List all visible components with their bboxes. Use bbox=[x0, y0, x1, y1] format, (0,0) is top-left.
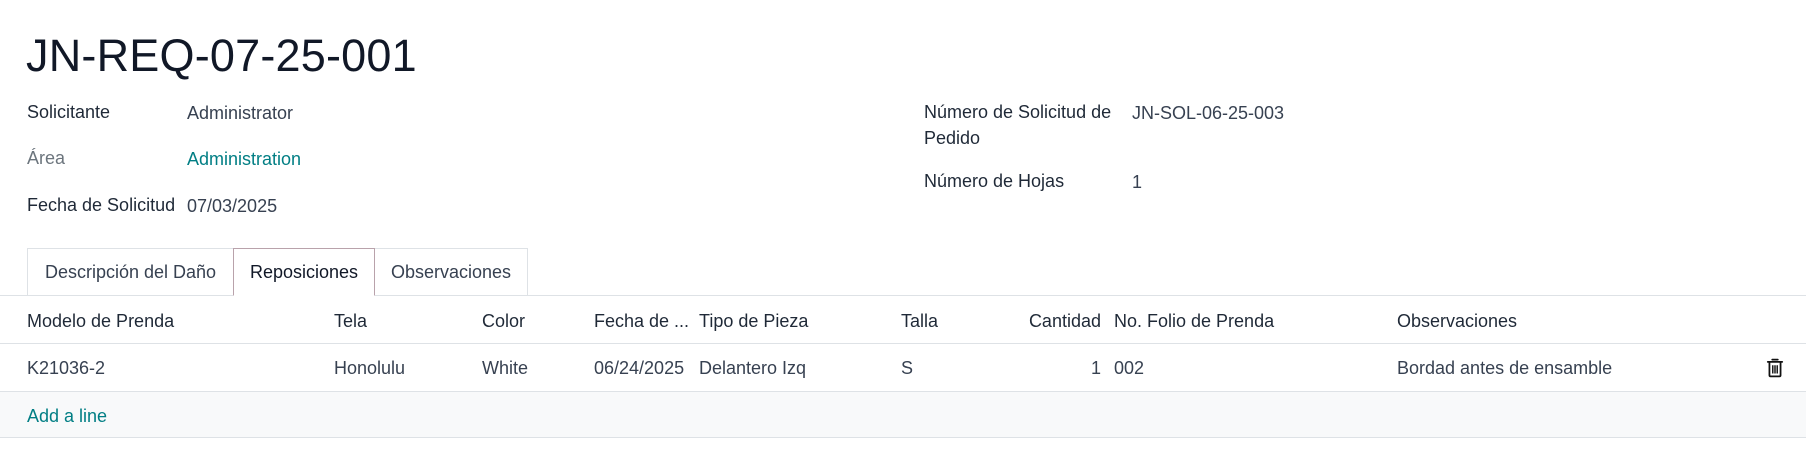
column-header-tipo-de-pieza[interactable]: Tipo de Pieza bbox=[699, 308, 808, 334]
add-a-line-link[interactable]: Add a line bbox=[27, 403, 107, 429]
column-header-tela[interactable]: Tela bbox=[334, 308, 367, 334]
numero-hojas-label: Número de Hojas bbox=[924, 171, 1065, 191]
table-bottom-border bbox=[0, 437, 1806, 438]
cell-cantidad[interactable]: 1 bbox=[1091, 355, 1101, 381]
column-header-observaciones[interactable]: Observaciones bbox=[1397, 308, 1517, 334]
cell-talla[interactable]: S bbox=[901, 355, 913, 381]
column-header-modelo-de-prenda[interactable]: Modelo de Prenda bbox=[27, 308, 174, 334]
cell-observaciones[interactable]: Bordad antes de ensamble bbox=[1397, 355, 1612, 381]
record-title: JN-REQ-07-25-001 bbox=[26, 30, 417, 81]
add-line-row bbox=[0, 392, 1806, 437]
cell-modelo-de-prenda[interactable]: K21036-2 bbox=[27, 355, 105, 381]
header-divider bbox=[0, 343, 1806, 344]
fecha-solicitud-label: Fecha de Solicitud bbox=[27, 195, 176, 215]
numero-hojas-field[interactable]: 1 bbox=[1132, 169, 1142, 195]
cell-tela[interactable]: Honolulu bbox=[334, 355, 405, 381]
column-header-no-folio-de-prenda[interactable]: No. Folio de Prenda bbox=[1114, 308, 1274, 334]
column-header-talla[interactable]: Talla bbox=[901, 308, 938, 334]
tab-reposiciones[interactable]: Reposiciones bbox=[233, 248, 375, 296]
fecha-solicitud-field[interactable]: 07/03/2025 bbox=[187, 193, 277, 219]
numero-solicitud-pedido-label-line2: Pedido bbox=[924, 128, 981, 148]
column-header-color[interactable]: Color bbox=[482, 308, 525, 334]
cell-no-folio-de-prenda[interactable]: 002 bbox=[1114, 355, 1144, 381]
column-header-fecha[interactable]: Fecha de ... bbox=[594, 308, 689, 334]
cell-fecha[interactable]: 06/24/2025 bbox=[594, 355, 684, 381]
tab-descripcion-del-dano[interactable]: Descripción del Daño bbox=[27, 248, 234, 296]
numero-solicitud-pedido-field[interactable]: JN-SOL-06-25-003 bbox=[1132, 100, 1284, 126]
cell-tipo-de-pieza[interactable]: Delantero Izq bbox=[699, 355, 806, 381]
area-label: Área bbox=[27, 148, 66, 168]
cell-color[interactable]: White bbox=[482, 355, 528, 381]
solicitante-field[interactable]: Administrator bbox=[187, 100, 293, 126]
column-header-cantidad[interactable]: Cantidad bbox=[1029, 308, 1101, 334]
area-link[interactable]: Administration bbox=[187, 146, 301, 172]
trash-icon[interactable] bbox=[1766, 358, 1784, 378]
solicitante-label: Solicitante bbox=[27, 102, 111, 122]
numero-solicitud-pedido-label-line1: Número de Solicitud de bbox=[924, 102, 1112, 122]
notebook-tabs: Descripción del Daño Reposiciones Observ… bbox=[27, 248, 528, 296]
numero-solicitud-pedido-label: Número de Solicitud de Pedido bbox=[924, 99, 1111, 151]
tab-observaciones[interactable]: Observaciones bbox=[374, 248, 528, 296]
